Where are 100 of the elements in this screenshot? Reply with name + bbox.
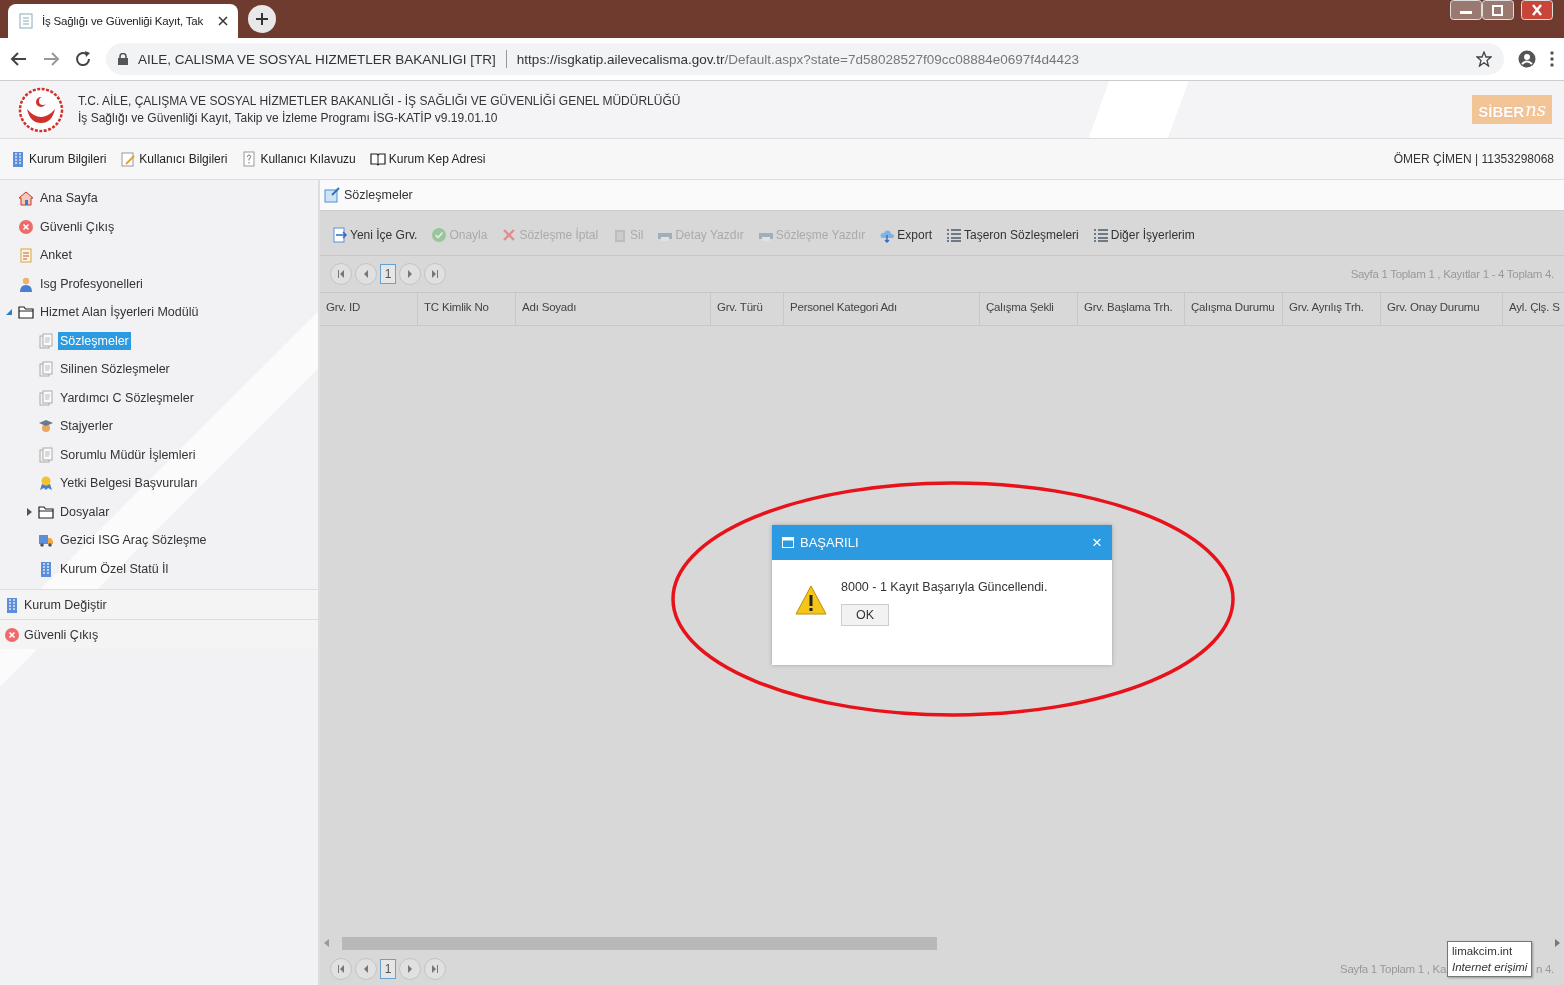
- tree-item[interactable]: Hizmet Alan İşyerleri Modülü: [38, 303, 201, 322]
- award-icon: [38, 475, 54, 492]
- warning-icon: [795, 584, 827, 616]
- header-title: T.C. AİLE, ÇALIŞMA VE SOSYAL HİZMETLER BAKANLIĞI - İŞ SAĞLIĞI VE GÜVENLİĞİ GENEL MÜDÜRLÜĞÜ: [78, 94, 682, 108]
- cloud-icon: [879, 227, 896, 243]
- document-icon: [38, 389, 54, 406]
- arrow-icon: [406, 270, 414, 278]
- book-icon: [369, 151, 386, 167]
- arrow-icon: [362, 965, 370, 973]
- toolbar-button[interactable]: Export: [879, 227, 932, 243]
- pager-button[interactable]: [330, 958, 352, 980]
- pager-button[interactable]: [355, 263, 377, 285]
- lock-icon: [118, 53, 128, 65]
- arrow-icon: [406, 965, 414, 973]
- column-header[interactable]: Grv. ID: [320, 293, 418, 325]
- column-header[interactable]: Personel Kategori Adı: [784, 293, 980, 325]
- back-icon[interactable]: [10, 50, 28, 68]
- arrow-icon: [431, 965, 439, 973]
- column-header[interactable]: Ayl. Çlş. S: [1503, 293, 1564, 325]
- edit-icon: [324, 187, 340, 203]
- tab-title: İş Sağlığı ve Güvenliği Kayıt, Tak: [42, 15, 205, 27]
- tree-item[interactable]: Stajyerler: [58, 417, 115, 436]
- tree-item[interactable]: Ana Sayfa: [38, 189, 100, 208]
- tooltip: limakcim.int Internet erişimi: [1447, 941, 1533, 978]
- building-icon: [10, 151, 26, 167]
- menu-item[interactable]: Kullanıcı Kılavuzu: [241, 151, 356, 167]
- forward-icon[interactable]: [42, 50, 60, 68]
- toolbar-button[interactable]: Diğer İşyerlerim: [1092, 227, 1195, 243]
- star-icon[interactable]: [1476, 51, 1492, 67]
- edit-icon: [120, 151, 137, 167]
- clipboard-icon: [18, 247, 34, 264]
- address-bar[interactable]: AILE, CALISMA VE SOSYAL HIZMETLER BAKANLIGI [TR] https://isgkatip.ailevecalisma.gov.tr/Default.aspx?state=7d58028527f09cc08884e0697f4d4423: [106, 43, 1504, 75]
- tree-item[interactable]: Gezici ISG Araç Sözleşme: [58, 531, 209, 550]
- tree-item[interactable]: Silinen Sözleşmeler: [58, 360, 172, 379]
- page-number[interactable]: 1: [380, 264, 396, 284]
- restore-icon[interactable]: [1482, 0, 1514, 20]
- document-icon: [38, 446, 54, 463]
- close-icon: [18, 218, 34, 235]
- pager-info: Sayfa 1 Toplam 1 , Ka: [1340, 963, 1446, 975]
- student-icon: [38, 418, 54, 435]
- pager-button[interactable]: [424, 958, 446, 980]
- tree-item[interactable]: Isg Profesyonelleri: [38, 274, 145, 293]
- pager-button[interactable]: [330, 263, 352, 285]
- pager-info: n 4.: [1536, 963, 1554, 975]
- ok-button[interactable]: OK: [841, 604, 890, 626]
- close-icon[interactable]: [218, 16, 228, 26]
- expanded-arrow-icon[interactable]: [5, 308, 13, 317]
- sidebar-item[interactable]: Güvenli Çıkış: [0, 619, 318, 649]
- collapsed-arrow-icon[interactable]: [25, 507, 33, 516]
- column-header[interactable]: Grv. Ayrılış Trh.: [1283, 293, 1381, 325]
- tree-item[interactable]: Yetki Belgesi Başvuruları: [58, 474, 200, 493]
- arrow-icon: [337, 965, 345, 973]
- brand-logo: SİBERns: [1472, 95, 1552, 124]
- help-icon: [241, 151, 258, 167]
- column-header[interactable]: Grv. Başlama Trh.: [1078, 293, 1185, 325]
- scrollbar-thumb[interactable]: [342, 936, 937, 950]
- column-header[interactable]: Çalışma Durumu: [1185, 293, 1283, 325]
- scroll-right-icon[interactable]: [1554, 939, 1560, 947]
- home-icon: [18, 190, 34, 207]
- close-icon: [4, 626, 20, 643]
- tree-item[interactable]: Güvenli Çıkış: [38, 217, 117, 236]
- tree-item[interactable]: Dosyalar: [58, 502, 112, 521]
- column-header[interactable]: Çalışma Şekli: [980, 293, 1078, 325]
- cancel-icon: [501, 227, 518, 243]
- list-icon: [946, 227, 962, 243]
- sidebar-item[interactable]: Kurum Değiştir: [0, 589, 318, 619]
- pager-button[interactable]: [399, 958, 421, 980]
- menu-item[interactable]: Kurum Kep Adresi: [369, 151, 486, 167]
- pager-button[interactable]: [424, 263, 446, 285]
- building-icon: [4, 596, 20, 613]
- arrow-icon: [337, 270, 345, 278]
- browser-tab[interactable]: İş Sağlığı ve Güvenliği Kayıt, Tak: [8, 4, 238, 38]
- tree-item[interactable]: Sorumlu Müdür İşlemleri: [58, 445, 198, 464]
- toolbar-button[interactable]: Taşeron Sözleşmeleri: [946, 227, 1079, 243]
- window-icon: [782, 537, 794, 548]
- reload-icon[interactable]: [74, 50, 92, 68]
- plus-icon: [255, 12, 269, 26]
- account-icon[interactable]: [1518, 50, 1536, 68]
- tree-item[interactable]: Kurum Özel Statü İl: [58, 559, 171, 578]
- tree-item[interactable]: Yardımcı C Sözleşmeler: [58, 388, 196, 407]
- tree-item[interactable]: Anket: [38, 246, 74, 265]
- column-header[interactable]: Adı Soyadı: [516, 293, 711, 325]
- new-tab-button[interactable]: [248, 5, 276, 33]
- toolbar-button[interactable]: Yeni İçe Grv.: [332, 227, 418, 243]
- document-icon: [38, 361, 54, 378]
- menu-item[interactable]: Kurum Bilgileri: [10, 151, 107, 167]
- user-info: ÖMER ÇİMEN | 11353298068: [1393, 152, 1554, 166]
- menu-item[interactable]: Kullanıcı Bilgileri: [120, 151, 228, 167]
- minimize-icon[interactable]: [1450, 0, 1482, 20]
- menu-icon[interactable]: [1550, 51, 1554, 67]
- page-number[interactable]: 1: [380, 959, 396, 979]
- dialog-title: BAŞARILI: [800, 535, 860, 550]
- pager-button[interactable]: [355, 958, 377, 980]
- pager-button[interactable]: [399, 263, 421, 285]
- column-header[interactable]: Grv. Türü: [711, 293, 784, 325]
- page-icon: [18, 13, 34, 29]
- scroll-left-icon[interactable]: [324, 939, 330, 947]
- column-header[interactable]: TC Kimlik No: [418, 293, 516, 325]
- column-header[interactable]: Grv. Onay Durumu: [1381, 293, 1503, 325]
- document-icon: [38, 332, 54, 349]
